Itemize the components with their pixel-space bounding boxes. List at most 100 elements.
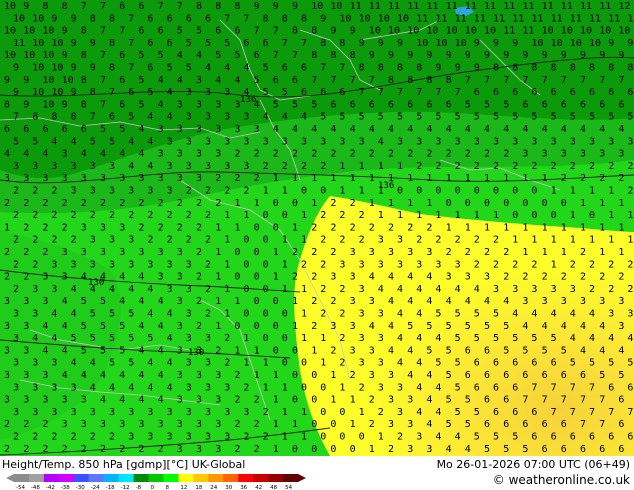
temperature-value: 2 [330,222,336,233]
temperature-value: 1 [435,210,441,221]
temperature-value: 3 [71,407,77,418]
temperature-value: 5 [474,432,480,443]
temperature-value: 6 [42,124,48,135]
temperature-value: 3 [254,124,260,135]
temperature-value: 3 [599,296,605,307]
temperature-value: 6 [339,87,345,98]
temperature-value: 3 [167,432,173,443]
temperature-value: 5 [474,309,480,320]
temperature-value: 0 [330,419,336,430]
temperature-value: 4 [71,136,77,147]
temperature-value: 1 [446,222,452,233]
temperature-value: 4 [282,112,288,123]
temperature-value: 7 [320,63,326,74]
temperature-value: 2 [138,222,144,233]
temperature-value: 3 [282,136,288,147]
temperature-value: 4 [561,321,567,332]
temperature-value: 3 [42,370,48,381]
temperature-value: 3 [42,272,48,283]
temperature-value: 3 [369,370,375,381]
temperature-value: 3 [205,161,211,172]
temperature-value: 6 [138,1,144,12]
temperature-value: 4 [71,284,77,295]
temperature-value: 3 [62,247,68,258]
temperature-value: 3 [186,136,192,147]
temperature-value: 3 [62,149,68,160]
temperature-value: 6 [484,395,490,406]
temperature-value: 3 [138,173,144,184]
temperature-value: 10 [426,26,438,37]
temperature-value: 11 [599,1,611,12]
temperature-value: 3 [205,407,211,418]
temperature-value: 6 [542,444,548,455]
temperature-value: 1 [273,370,279,381]
temperature-value: 2 [138,198,144,209]
temperature-value: 2 [339,284,345,295]
temperature-value: 5 [446,419,452,430]
temperature-value: 5 [128,309,134,320]
temperature-value: 3 [119,419,125,430]
temperature-value: 2 [62,198,68,209]
temperature-value: 1 [330,173,336,184]
temperature-value: 1 [551,235,557,246]
temperature-value: 9 [90,63,96,74]
temperature-value: 3 [81,173,87,184]
temperature-value: 1 [273,247,279,258]
temperature-value: 10 [51,87,63,98]
temperature-value: 0 [350,444,356,455]
temperature-value: 4 [51,136,57,147]
temperature-value: 4 [407,124,413,135]
temperature-value: 1 [292,321,298,332]
temperature-value: 4 [599,321,605,332]
temperature-value: 4 [196,50,202,61]
temperature-value: 6 [369,99,375,110]
temperature-value: 2 [254,419,260,430]
temperature-value: 5 [570,358,576,369]
temperature-value: 5 [493,309,499,320]
temperature-value: 9 [62,26,68,37]
temperature-value: 9 [369,50,375,61]
temperature-value: 9 [542,50,548,61]
temperature-value: 5 [71,333,77,344]
temperature-value: 4 [455,432,461,443]
temperature-value: 4 [580,345,586,356]
temperature-value: 4 [397,309,403,320]
temperature-value: 7 [599,419,605,430]
temperature-value: 6 [109,112,115,123]
temperature-value: 2 [23,272,29,283]
temperature-value: 4 [138,272,144,283]
temperature-value: 0 [330,444,336,455]
temperature-value: 6 [167,38,173,49]
temperature-value: 5 [512,333,518,344]
temperature-value: 3 [13,333,19,344]
temperature-value: 3 [186,432,192,443]
temperature-value: 3 [455,136,461,147]
temperature-value: 7 [339,63,345,74]
temperature-value: 5 [589,112,595,123]
temperature-value: 3 [90,407,96,418]
temperature-value: 11 [503,1,515,12]
temperature-value: 7 [292,50,298,61]
temperature-value: 3 [369,247,375,258]
temperature-value: 3 [243,407,249,418]
temperature-value: 2 [320,284,326,295]
temperature-value: 2 [416,235,422,246]
temperature-value: 3 [378,382,384,393]
temperature-value: 4 [407,370,413,381]
scale-tick-label: 36 [240,485,247,490]
temperature-value: 3 [186,112,192,123]
site-credit[interactable]: © weatheronline.co.uk [493,473,630,487]
temperature-value: 4 [263,112,269,123]
temperature-value: 10 [618,26,630,37]
temperature-value: 3 [128,407,134,418]
temperature-value: 1 [301,284,307,295]
temperature-value: 7 [90,112,96,123]
temperature-value: 3 [224,407,230,418]
temperature-value: 3 [359,309,365,320]
temperature-value: 3 [90,259,96,270]
temperature-value: 7 [81,1,87,12]
temperature-value: 3 [147,432,153,443]
temperature-value: 9 [13,87,19,98]
temperature-value: 6 [580,444,586,455]
temperature-value: 4 [301,112,307,123]
